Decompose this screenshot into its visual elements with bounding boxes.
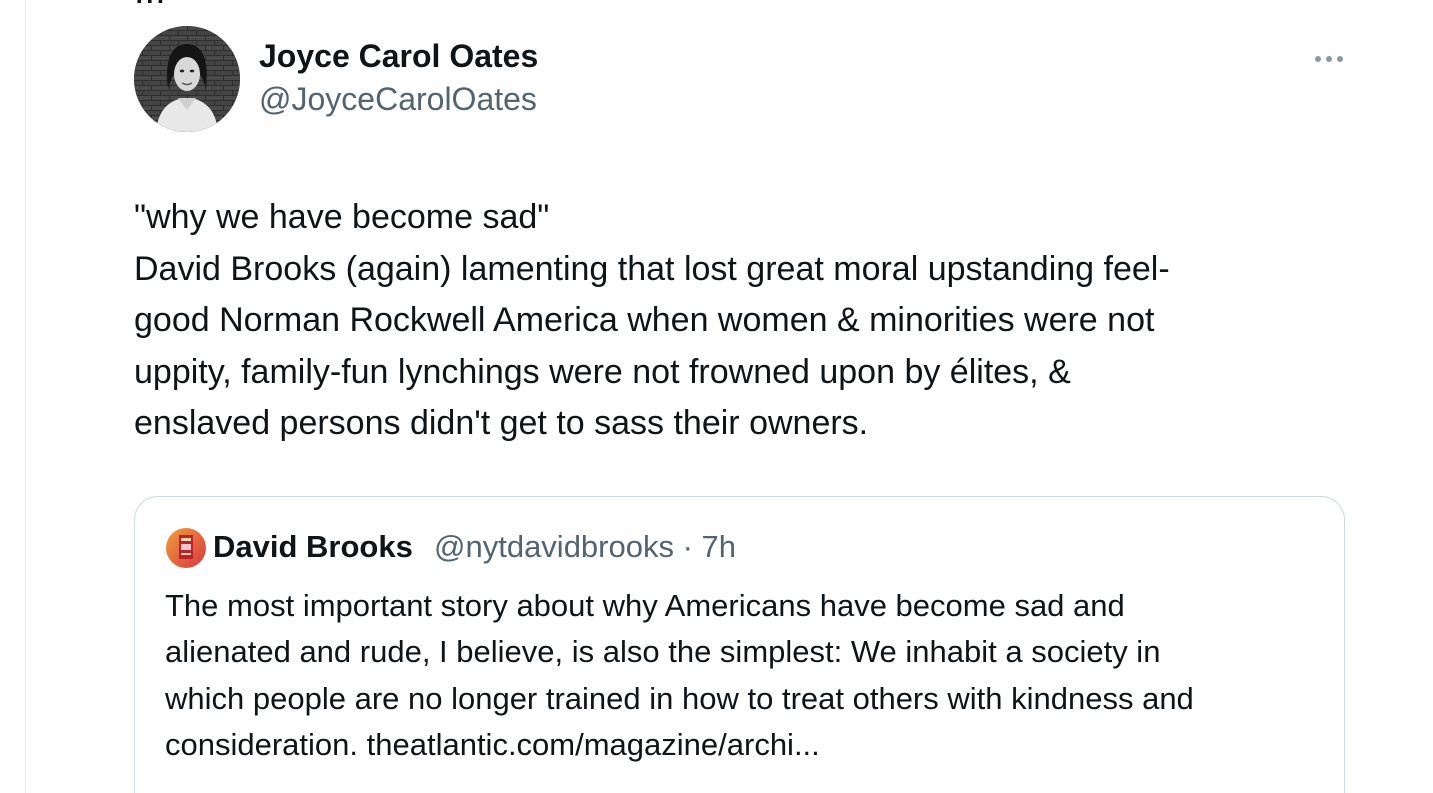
tweet-text-line: uppity, family-fun lynchings were not fr… [134,352,1071,391]
quoted-author-avatar[interactable] [166,528,206,568]
tweet-text-line: good Norman Rockwell America when women … [134,301,1155,339]
quoted-tweet-card[interactable]: David Brooks @nytdavidbrooks · 7h The mo… [134,496,1345,793]
tweet-text-line: enslaved persons didn't get to sass thei… [134,404,869,442]
quoted-author-avatar-image [166,528,206,568]
quoted-author-handle-time[interactable]: @nytdavidbrooks · 7h [434,529,736,565]
quoted-tweet-body: The most important story about why Ameri… [165,583,1325,768]
quoted-text-line: consideration. theatlantic.com/magazine/… [165,726,820,762]
quoted-text-line: alienated and rude, I believe, is also t… [165,634,1161,670]
quoted-text-line: which people are no longer trained in ho… [165,680,1194,716]
quoted-author-name[interactable]: David Brooks [213,529,413,565]
dot [1337,56,1343,62]
author-handle[interactable]: @JoyceCarolOates [259,81,537,118]
tweet-body: "why we have become sad" David Brooks (a… [134,192,1334,450]
dot [1315,56,1321,62]
quoted-text-line: The most important story about why Ameri… [165,588,1125,623]
author-avatar[interactable] [134,26,240,132]
tweet-page: ... Joyce Carol Oates @JoyceCarolOates [0,0,1433,793]
timeline-divider [25,0,26,793]
dot [1326,56,1332,62]
author-avatar-image [134,26,240,132]
author-name[interactable]: Joyce Carol Oates [259,38,538,75]
more-options-icon[interactable] [1310,48,1348,70]
tweet-text-line: David Brooks (again) lamenting that lost… [134,249,1170,288]
tweet-text-line: "why we have become sad" [134,198,550,236]
previous-tweet-text-cutoff: ... [134,0,166,13]
